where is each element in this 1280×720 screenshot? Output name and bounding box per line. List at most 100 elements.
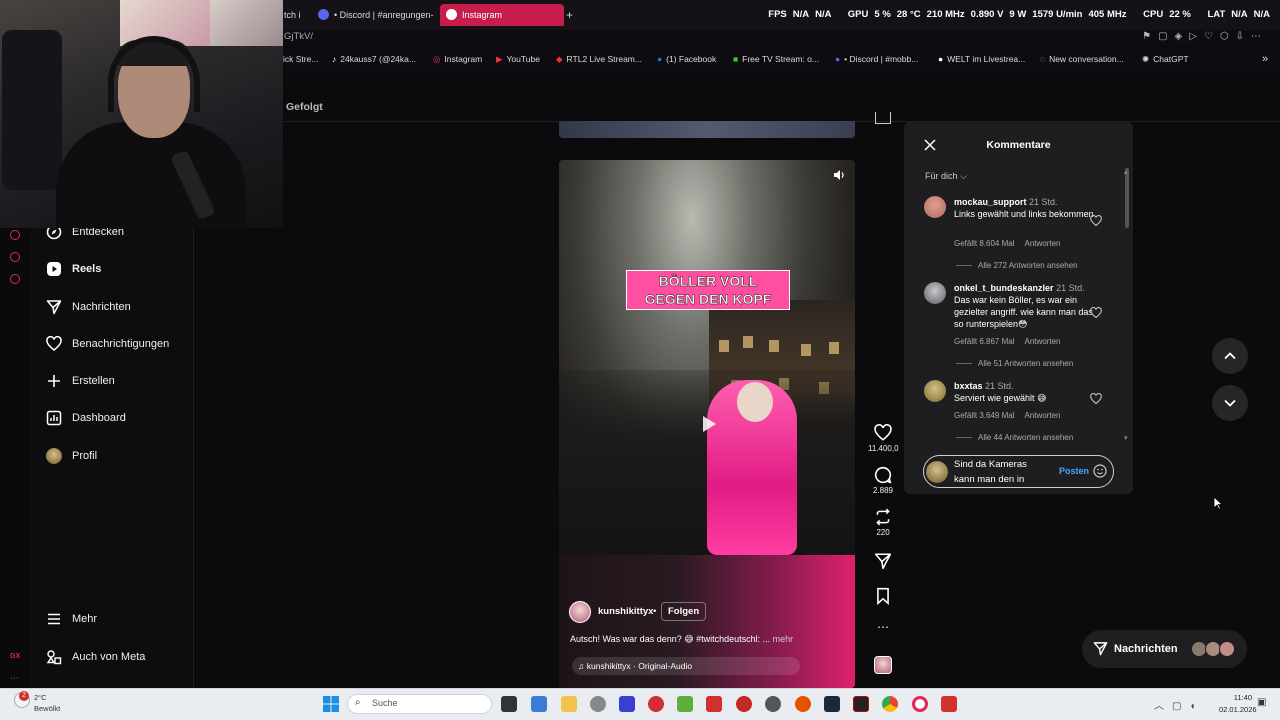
comment-user[interactable]: mockau_support xyxy=(954,197,1027,207)
app-icon[interactable] xyxy=(706,696,722,712)
bookmark-item[interactable]: ◆ RTL2 Live Stream... xyxy=(556,54,642,65)
clock-date[interactable]: 02.01.2026 xyxy=(1219,705,1257,714)
bookmark-item[interactable]: ■ Free TV Stream: o... xyxy=(733,54,819,64)
address-text[interactable]: GjTkV/ xyxy=(284,31,313,42)
browser-tab-twitch[interactable]: tch i xyxy=(282,4,304,26)
sidebar-item-create[interactable]: Erstellen xyxy=(46,369,115,393)
opera-gx-icon[interactable] xyxy=(912,696,928,712)
bookmark-item[interactable]: ◎ Instagram xyxy=(433,54,482,65)
follow-button[interactable]: Folgen xyxy=(661,602,707,621)
reply-button[interactable]: Antworten xyxy=(1024,411,1060,420)
scroll-down-icon[interactable]: ▾ xyxy=(1124,434,1128,442)
reply-button[interactable]: Antworten xyxy=(1024,239,1060,248)
comment-button[interactable]: 2.889 xyxy=(868,466,898,495)
bookmarks-overflow-icon[interactable]: » xyxy=(1262,53,1268,65)
comment-avatar[interactable] xyxy=(924,196,946,218)
gx-icon[interactable]: GX xyxy=(10,653,20,660)
play-icon[interactable] xyxy=(698,414,718,434)
app-icon[interactable] xyxy=(765,696,781,712)
bookmark-item[interactable]: ● WELT im Livestrea... xyxy=(938,54,1025,64)
reel-caption[interactable]: Autsch! Was war das denn? 😅 #twitchdeuts… xyxy=(570,634,793,645)
history-icon[interactable] xyxy=(10,230,20,240)
repost-button[interactable]: 220 xyxy=(868,508,898,537)
settings-icon[interactable] xyxy=(10,274,20,284)
scroll-up-icon[interactable]: ▴ xyxy=(1124,168,1128,176)
reel-user-avatar[interactable] xyxy=(569,601,591,623)
app-icon[interactable] xyxy=(795,696,811,712)
bookmark-item[interactable]: ▶ YouTube xyxy=(496,54,540,65)
comment-avatar[interactable] xyxy=(924,380,946,402)
new-tab-button[interactable]: + xyxy=(566,8,573,22)
view-replies-button[interactable]: Alle 44 Antworten ansehen xyxy=(956,433,1073,442)
previous-reel-button[interactable] xyxy=(1212,338,1248,374)
chevron-up-icon xyxy=(1224,352,1236,360)
app-icon[interactable] xyxy=(648,696,664,712)
previous-reel-edge[interactable] xyxy=(559,121,855,138)
bookmark-item[interactable]: ♪ 24kauss7 (@24ka... xyxy=(332,54,416,64)
reel-username[interactable]: kunshikittyx xyxy=(598,606,653,617)
epic-games-icon[interactable] xyxy=(853,696,869,712)
sidebar-item-meta[interactable]: Auch von Meta xyxy=(46,645,145,669)
comments-sort-dropdown[interactable]: Für dich ⌵ xyxy=(925,171,967,182)
chrome-icon[interactable] xyxy=(882,696,898,712)
sidebar-item-more[interactable]: Mehr xyxy=(46,607,97,631)
previous-reel-action-icon[interactable] xyxy=(875,112,891,124)
address-bar[interactable] xyxy=(280,30,1280,46)
audio-pill[interactable]: ♫ kunshikittyx · Original-Audio xyxy=(572,657,800,675)
comment-avatar[interactable] xyxy=(924,282,946,304)
comment-user[interactable]: bxxtas xyxy=(954,381,983,391)
emoji-icon[interactable] xyxy=(1093,464,1107,478)
mouse-app-icon[interactable] xyxy=(590,696,606,712)
view-replies-button[interactable]: Alle 272 Antworten ansehen xyxy=(956,261,1078,270)
comment-like-icon[interactable] xyxy=(1090,306,1102,319)
more-dots-icon[interactable]: ⋯ xyxy=(10,673,19,684)
weather-description[interactable]: Bewölkt xyxy=(34,704,60,713)
comment-like-icon[interactable] xyxy=(1090,392,1102,405)
browser-tab-instagram[interactable]: Instagram xyxy=(440,4,564,26)
sidebar-item-reels[interactable]: Reels xyxy=(46,257,101,281)
comment-input-text[interactable]: Sind da Kameras kann man den in xyxy=(954,457,1050,487)
bookmark-item[interactable]: ick Stre... xyxy=(283,54,318,64)
bookmark-item[interactable]: ◌ New conversation... xyxy=(1040,54,1124,64)
sidebar-item-dashboard[interactable]: Dashboard xyxy=(46,406,126,430)
weather-temperature[interactable]: 2°C xyxy=(34,693,47,702)
bookmark-item[interactable]: ● • Discord | #mobb... xyxy=(835,54,918,64)
visual-studio-icon[interactable] xyxy=(619,696,635,712)
share-button[interactable] xyxy=(868,552,898,572)
sidebar-item-notifications[interactable]: Benachrichtigungen xyxy=(46,332,169,356)
following-tab[interactable]: Gefolgt xyxy=(286,101,323,113)
next-reel-button[interactable] xyxy=(1212,385,1248,421)
sidebar-item-messages[interactable]: Nachrichten xyxy=(46,295,131,319)
comment-like-icon[interactable] xyxy=(1090,214,1102,227)
bookmark-item[interactable]: ✺ ChatGPT xyxy=(1142,54,1189,65)
bookmark-item[interactable]: ● (1) Facebook xyxy=(657,54,716,64)
windows-start-icon[interactable] xyxy=(322,695,340,713)
post-button[interactable]: Posten xyxy=(1059,466,1089,476)
calculator-icon[interactable] xyxy=(531,696,547,712)
system-tray-icons[interactable]: ︿▢◖ xyxy=(1154,697,1204,712)
task-view-icon[interactable] xyxy=(501,696,517,712)
comment-user[interactable]: onkel_t_bundeskanzler xyxy=(954,283,1054,293)
browser-toolbar-icons[interactable]: ⚑▢◈▷♡⬡⇩⋯ xyxy=(1142,31,1268,42)
save-button[interactable] xyxy=(868,587,898,607)
osd-gpu-mem: 405 MHz xyxy=(1088,9,1127,20)
notification-bell-icon[interactable]: ▣ xyxy=(1257,697,1266,708)
comments-scrollbar[interactable] xyxy=(1125,168,1129,228)
reply-button[interactable]: Antworten xyxy=(1024,337,1060,346)
file-explorer-icon[interactable] xyxy=(561,696,577,712)
audio-thumbnail[interactable] xyxy=(868,656,898,674)
more-options-icon[interactable]: ⋯ xyxy=(868,620,898,634)
clock-time[interactable]: 11:40 xyxy=(1232,693,1252,702)
app-icon[interactable] xyxy=(736,696,752,712)
sidebar-item-profile[interactable]: Profil xyxy=(46,444,97,468)
more-link[interactable]: mehr xyxy=(773,634,794,644)
view-replies-button[interactable]: Alle 51 Antworten ansehen xyxy=(956,359,1073,368)
taskbar-search[interactable] xyxy=(347,694,492,714)
app-icon[interactable] xyxy=(941,696,957,712)
app-icon[interactable] xyxy=(677,696,693,712)
volume-icon[interactable] xyxy=(832,168,846,182)
steam-icon[interactable] xyxy=(824,696,840,712)
like-button[interactable]: 11.400,0 xyxy=(868,424,899,453)
browser-tab-discord[interactable]: • Discord | #anregungen- xyxy=(312,4,436,26)
extension-icon[interactable] xyxy=(10,252,20,262)
